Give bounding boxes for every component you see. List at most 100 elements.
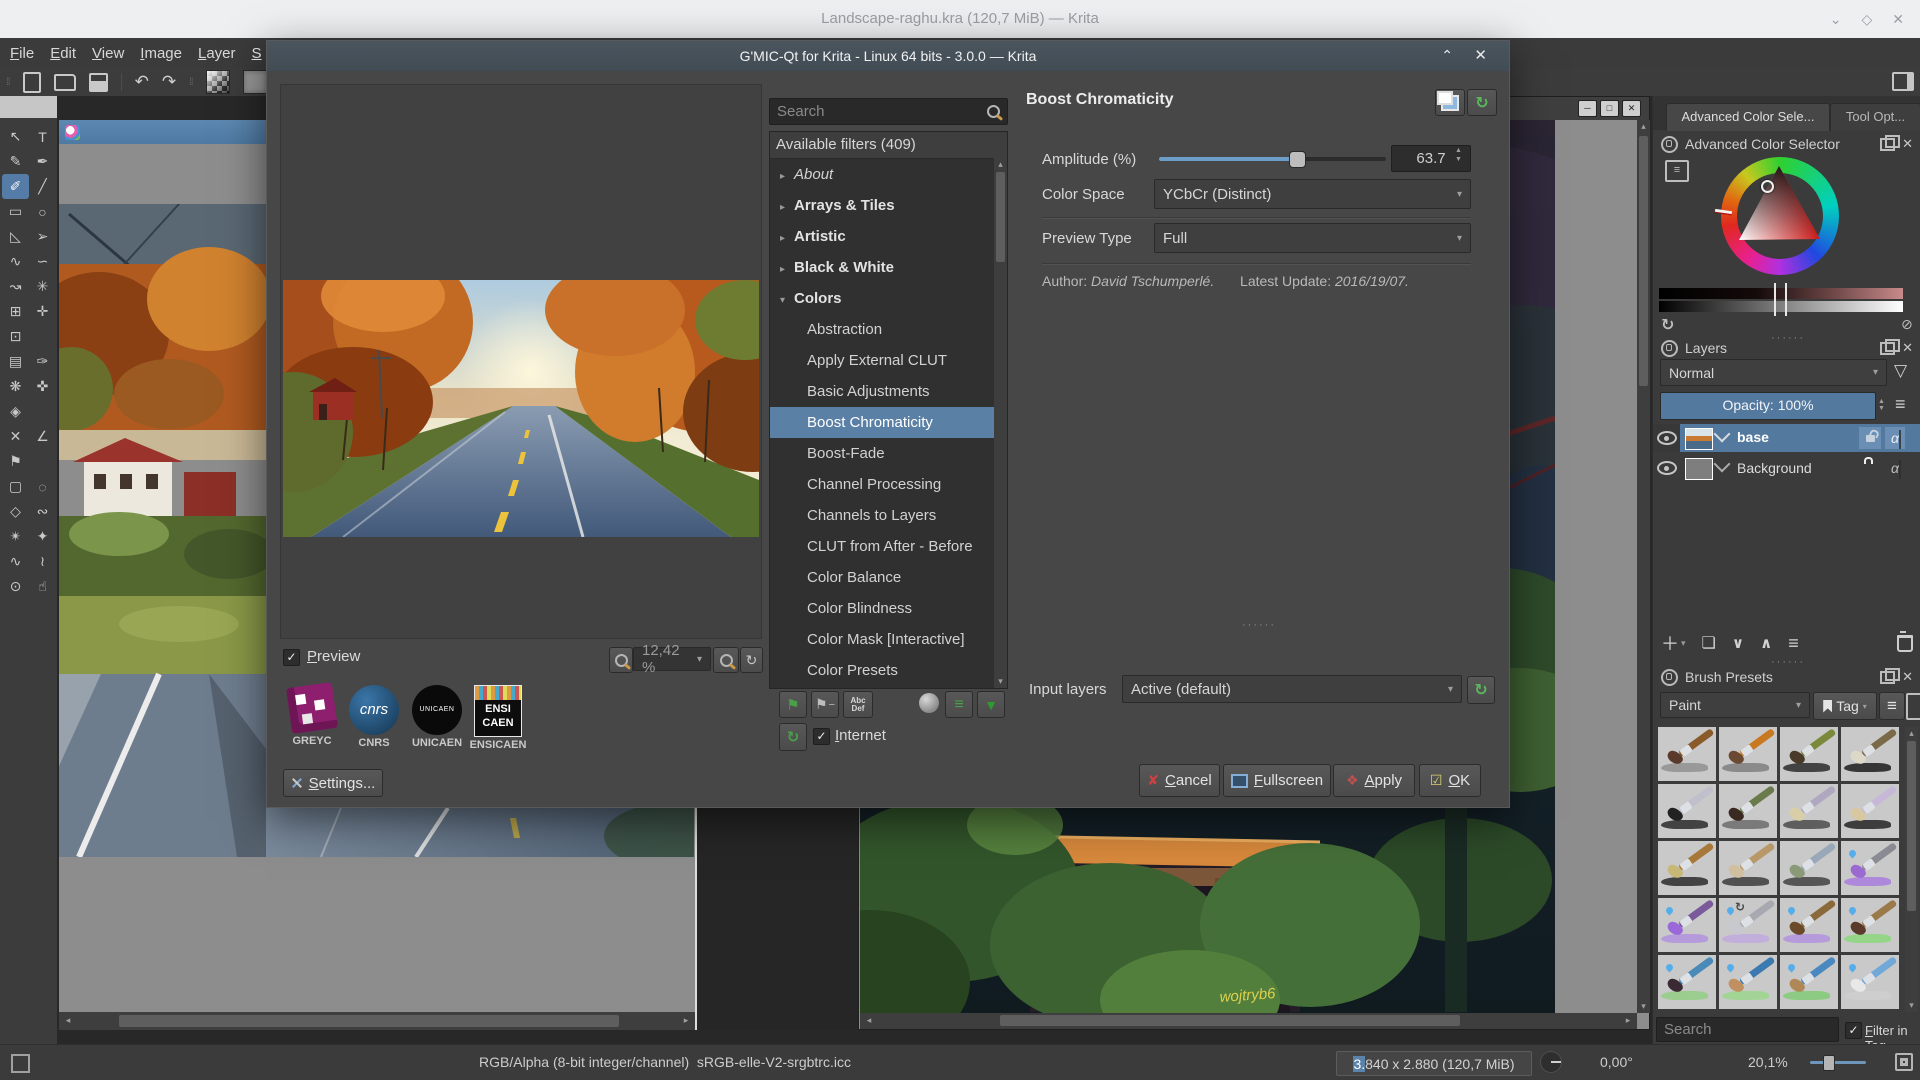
- fullscreen-button[interactable]: Fullscreen: [1223, 764, 1331, 797]
- scroll-up-icon[interactable]: ▴: [1905, 727, 1918, 740]
- brush-preset[interactable]: [1841, 898, 1899, 952]
- toolbox-tool[interactable]: ▭: [2, 199, 29, 224]
- docker-close-icon[interactable]: ✕: [1902, 340, 1913, 356]
- preview-image[interactable]: [283, 280, 759, 537]
- scroll-left-icon[interactable]: ◂: [61, 1014, 75, 1027]
- docker-lock-icon[interactable]: [1661, 135, 1678, 153]
- filter-list-header[interactable]: Available filters (409): [770, 132, 1007, 159]
- filter-row[interactable]: Boost-Fade: [770, 438, 1007, 469]
- house-hscrollbar[interactable]: ◂ ▸: [860, 1013, 1637, 1029]
- reset-filter-button[interactable]: ↻: [1467, 89, 1497, 116]
- filter-row[interactable]: Boost Chromaticity: [770, 407, 1007, 438]
- brush-preset[interactable]: [1841, 784, 1899, 838]
- brush-preset[interactable]: [1658, 841, 1716, 895]
- save-document-icon[interactable]: [88, 72, 108, 92]
- scroll-right-icon[interactable]: ▸: [679, 1014, 693, 1027]
- road-hscroll-thumb[interactable]: [119, 1015, 619, 1027]
- brush-preset[interactable]: [1780, 841, 1838, 895]
- filter-row[interactable]: ▸ Arrays & Tiles: [770, 190, 1007, 221]
- layer-filter-icon[interactable]: ▽: [1894, 361, 1907, 381]
- expand-arrow-icon[interactable]: ▸: [780, 223, 794, 252]
- road-hscrollbar[interactable]: ◂ ▸: [59, 1012, 695, 1030]
- road-canvas-painting-bottom[interactable]: [266, 808, 694, 857]
- preset-filter-select[interactable]: Paint ▾: [1660, 692, 1810, 718]
- filter-row[interactable]: CLUT from After - Before: [770, 531, 1007, 562]
- previewtype-select[interactable]: Full ▾: [1154, 223, 1471, 253]
- zoom-slider-handle[interactable]: [1823, 1055, 1835, 1071]
- expand-arrow-icon[interactable]: ▸: [780, 254, 794, 283]
- zoom-slider[interactable]: [1810, 1061, 1866, 1064]
- filter-row[interactable]: Basic Adjustments: [770, 376, 1007, 407]
- filter-row[interactable]: Channels to Layers: [770, 500, 1007, 531]
- filter-row[interactable]: ▸ About: [770, 159, 1007, 190]
- history-refresh-icon[interactable]: ↻: [1661, 315, 1674, 335]
- subwindow-close-icon[interactable]: ✕: [1622, 100, 1641, 117]
- scroll-down-icon[interactable]: ▾: [1637, 1000, 1650, 1013]
- opacity-spin-down-icon[interactable]: ▼: [1878, 405, 1885, 412]
- scroll-right-icon[interactable]: ▸: [1621, 1014, 1635, 1027]
- details-view-button[interactable]: [1906, 693, 1920, 720]
- toolbox-tool[interactable]: ✑: [29, 349, 56, 374]
- brush-preset[interactable]: [1658, 955, 1716, 1009]
- shade-bar-gray[interactable]: [1659, 301, 1903, 312]
- filter-row[interactable]: ▾ Colors: [770, 283, 1007, 314]
- house-vscrollbar[interactable]: ▴ ▾: [1637, 120, 1650, 1013]
- toolbox-tool[interactable]: ↖: [2, 124, 29, 149]
- toolbox-tool[interactable]: ➢: [29, 224, 56, 249]
- move-layer-down-icon[interactable]: ∨: [1732, 634, 1744, 652]
- filter-row[interactable]: Color Blindness: [770, 593, 1007, 624]
- settings-button[interactable]: Settings...: [283, 769, 383, 797]
- docker-close-icon[interactable]: ✕: [1902, 669, 1913, 685]
- filter-row[interactable]: ▸ Black & White: [770, 252, 1007, 283]
- brush-vscrollbar[interactable]: ▴ ▾: [1905, 727, 1918, 1012]
- colorspace-select[interactable]: YCbCr (Distinct) ▾: [1154, 179, 1471, 209]
- toolbox-tool[interactable]: ✜: [29, 374, 56, 399]
- road-canvas-painting-left[interactable]: [59, 204, 266, 857]
- brush-preset[interactable]: [1658, 898, 1716, 952]
- brush-search-input[interactable]: Search: [1656, 1017, 1839, 1042]
- scroll-up-icon[interactable]: ▴: [1637, 120, 1650, 133]
- zoom-out-button[interactable]: [609, 647, 633, 673]
- opacity-slider[interactable]: Opacity: 100%: [1660, 392, 1876, 420]
- subwindow-minimize-icon[interactable]: ─: [1578, 100, 1597, 117]
- zoom-percent-label[interactable]: 20,1%: [1748, 1054, 1788, 1070]
- brush-preset[interactable]: [1658, 727, 1716, 781]
- brush-preset[interactable]: [1719, 955, 1777, 1009]
- docker-lock-icon[interactable]: [1661, 668, 1678, 686]
- layer-visible-icon[interactable]: [1656, 461, 1677, 475]
- gradient-swatch[interactable]: [205, 70, 230, 94]
- toolbox-tool[interactable]: ✕: [2, 424, 29, 449]
- toolbox-tool[interactable]: ▢: [2, 474, 29, 499]
- toolbox-tool[interactable]: [29, 449, 56, 474]
- filter-in-tag-checkbox[interactable]: ✓: [1845, 1022, 1862, 1039]
- window-maximize-icon[interactable]: ◇: [1861, 11, 1872, 28]
- menu-item[interactable]: S: [252, 45, 262, 62]
- layer-alpha-icon[interactable]: α: [1885, 427, 1905, 449]
- workspace-chooser-icon[interactable]: [1892, 72, 1914, 91]
- layer-inherit-icon[interactable]: [1713, 425, 1731, 443]
- brush-preset[interactable]: [1719, 727, 1777, 781]
- opacity-spin-up-icon[interactable]: ▲: [1878, 398, 1885, 405]
- brush-preset[interactable]: [1658, 784, 1716, 838]
- filter-row[interactable]: ▸ Artistic: [770, 221, 1007, 252]
- remove-favorite-button[interactable]: ⚑ −: [811, 691, 839, 718]
- filter-search-input[interactable]: Search: [769, 98, 1008, 125]
- toolbox-tool[interactable]: [29, 399, 56, 424]
- memory-usage[interactable]: 3. 840 x 2.880 (120,7 MiB): [1336, 1051, 1532, 1076]
- gmic-globe-icon[interactable]: [919, 693, 939, 713]
- layer-properties-icon[interactable]: ≡: [1788, 633, 1799, 654]
- filter-row[interactable]: Channel Processing: [770, 469, 1007, 500]
- toolbox-tool[interactable]: ∿: [2, 549, 29, 574]
- scroll-left-icon[interactable]: ◂: [862, 1014, 876, 1027]
- toolbox-tool[interactable]: ◈: [2, 399, 29, 424]
- zoom-level-select[interactable]: 12,42 % ▾: [633, 642, 711, 676]
- filter-row[interactable]: Apply External CLUT: [770, 345, 1007, 376]
- docker-float-icon[interactable]: [1880, 338, 1901, 355]
- toolbox-tool[interactable]: ╱: [29, 174, 56, 199]
- toolbox-tool[interactable]: [29, 324, 56, 349]
- toolbar-drag-handle[interactable]: ⁞⁞: [6, 77, 10, 88]
- toolbox-tool[interactable]: ≀: [29, 549, 56, 574]
- amplitude-slider-handle[interactable]: [1289, 151, 1306, 168]
- tag-button[interactable]: Tag ▾: [1813, 692, 1877, 720]
- brush-preset[interactable]: ↻: [1719, 898, 1777, 952]
